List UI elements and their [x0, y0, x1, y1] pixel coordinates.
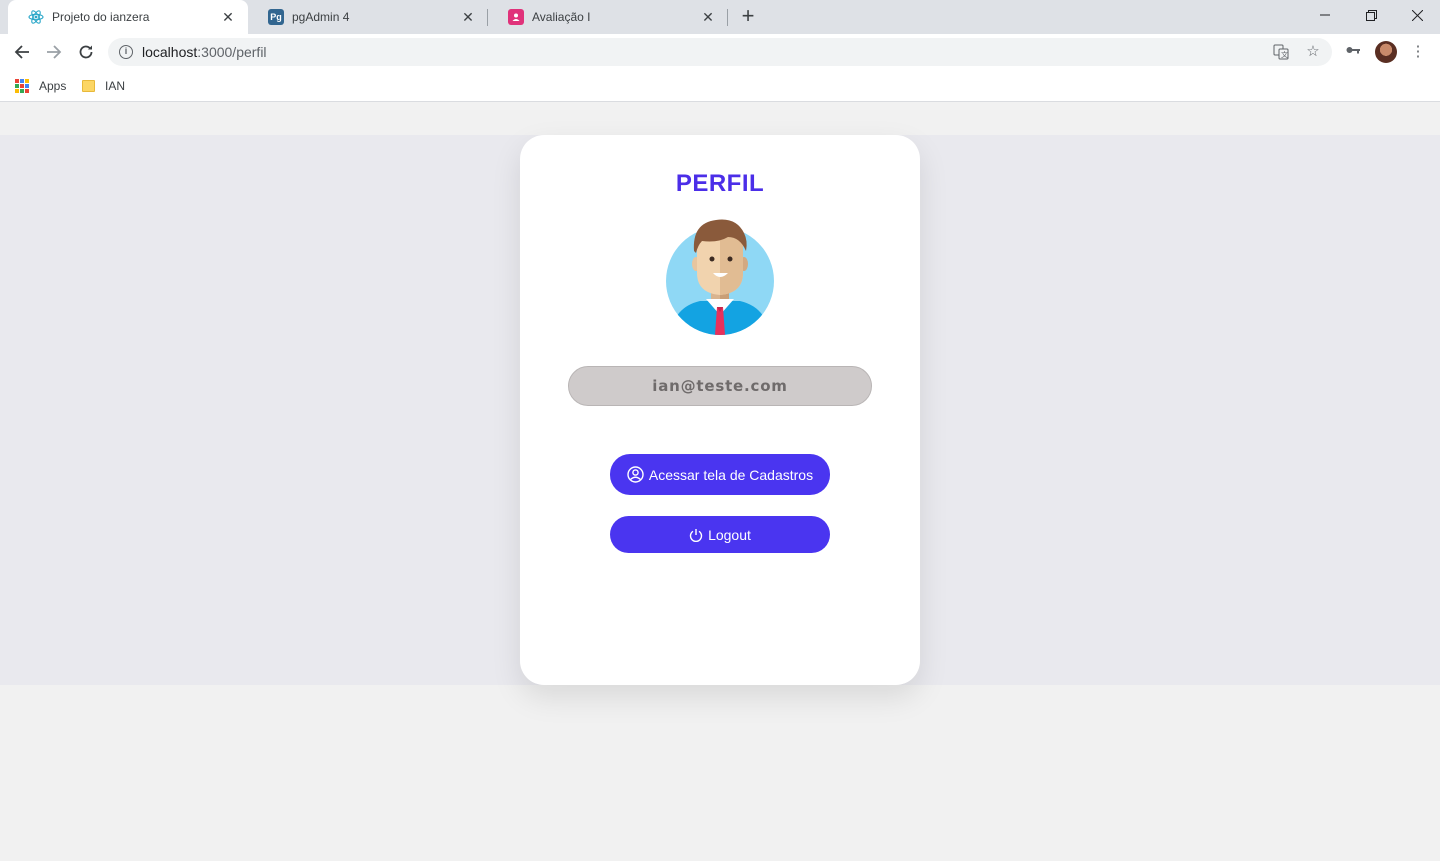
more-menu-icon[interactable]: ⋮	[1408, 42, 1428, 62]
email-field: ian@teste.com	[568, 366, 872, 406]
profile-card: PERFIL ian@teste.com Acessar tela de Cad…	[520, 135, 920, 685]
new-tab-button[interactable]: +	[736, 5, 760, 29]
logout-button[interactable]: Logout	[610, 516, 830, 553]
bookmarks-bar: Apps IAN	[0, 70, 1440, 102]
logout-label: Logout	[708, 526, 751, 543]
minimize-button[interactable]	[1302, 0, 1348, 30]
contact-icon	[508, 9, 524, 25]
tab-title: Avaliação I	[532, 10, 591, 24]
close-window-button[interactable]	[1394, 0, 1440, 30]
bookmark-apps[interactable]: Apps	[15, 76, 66, 96]
close-icon[interactable]: ✕	[460, 9, 476, 25]
reload-icon	[79, 45, 93, 59]
address-url[interactable]: localhost:3000/perfil	[142, 44, 267, 60]
address-bar[interactable]: i localhost:3000/perfil 文 ☆	[108, 38, 1332, 66]
translate-icon[interactable]: 文	[1273, 44, 1289, 60]
reload-button[interactable]	[72, 38, 100, 66]
react-icon	[28, 9, 44, 25]
url-host: localhost	[142, 44, 198, 60]
pgadmin-icon: Pg	[268, 9, 284, 25]
close-icon[interactable]: ✕	[220, 9, 236, 25]
folder-icon	[82, 80, 95, 92]
svg-text:文: 文	[1281, 50, 1288, 59]
bookmark-star-icon[interactable]: ☆	[1305, 44, 1321, 60]
forward-button[interactable]	[40, 38, 68, 66]
page-content: PERFIL ian@teste.com Acessar tela de Cad…	[0, 103, 1440, 861]
tab-avaliacao[interactable]: Avaliação I ✕	[488, 0, 728, 34]
back-button[interactable]	[8, 38, 36, 66]
user-avatar-icon	[666, 219, 774, 335]
user-avatar	[666, 215, 774, 335]
cadastros-button[interactable]: Acessar tela de Cadastros	[610, 454, 830, 495]
bookmark-label: IAN	[105, 79, 126, 93]
tab-title: pgAdmin 4	[292, 10, 350, 24]
tab-pgadmin[interactable]: Pg pgAdmin 4 ✕	[248, 0, 488, 34]
restore-button[interactable]	[1348, 0, 1394, 30]
page-title: PERFIL	[675, 170, 765, 197]
tab-projeto[interactable]: Projeto do ianzera ✕	[8, 0, 248, 34]
power-icon	[689, 528, 703, 542]
tab-separator	[727, 9, 728, 26]
close-window-icon	[1411, 9, 1423, 21]
info-icon[interactable]: i	[119, 45, 133, 59]
bookmark-label: Apps	[39, 79, 67, 93]
user-circle-icon	[627, 466, 644, 483]
url-path: :3000/perfil	[197, 44, 267, 60]
close-icon[interactable]: ✕	[700, 9, 716, 25]
tab-title: Projeto do ianzera	[52, 10, 150, 24]
bookmark-ian[interactable]: IAN	[82, 76, 125, 96]
restore-icon	[1365, 9, 1377, 21]
minimize-icon	[1320, 14, 1330, 16]
cadastros-label: Acessar tela de Cadastros	[648, 466, 814, 483]
profile-avatar[interactable]	[1375, 41, 1397, 63]
back-arrow-icon	[14, 45, 29, 59]
forward-arrow-icon	[47, 45, 62, 59]
tab-strip: Projeto do ianzera ✕ Pg pgAdmin 4 ✕ Aval…	[0, 0, 1440, 34]
key-icon[interactable]	[1343, 42, 1363, 62]
browser-toolbar: i localhost:3000/perfil 文 ☆ ⋮	[0, 34, 1440, 70]
apps-grid-icon	[15, 79, 29, 93]
